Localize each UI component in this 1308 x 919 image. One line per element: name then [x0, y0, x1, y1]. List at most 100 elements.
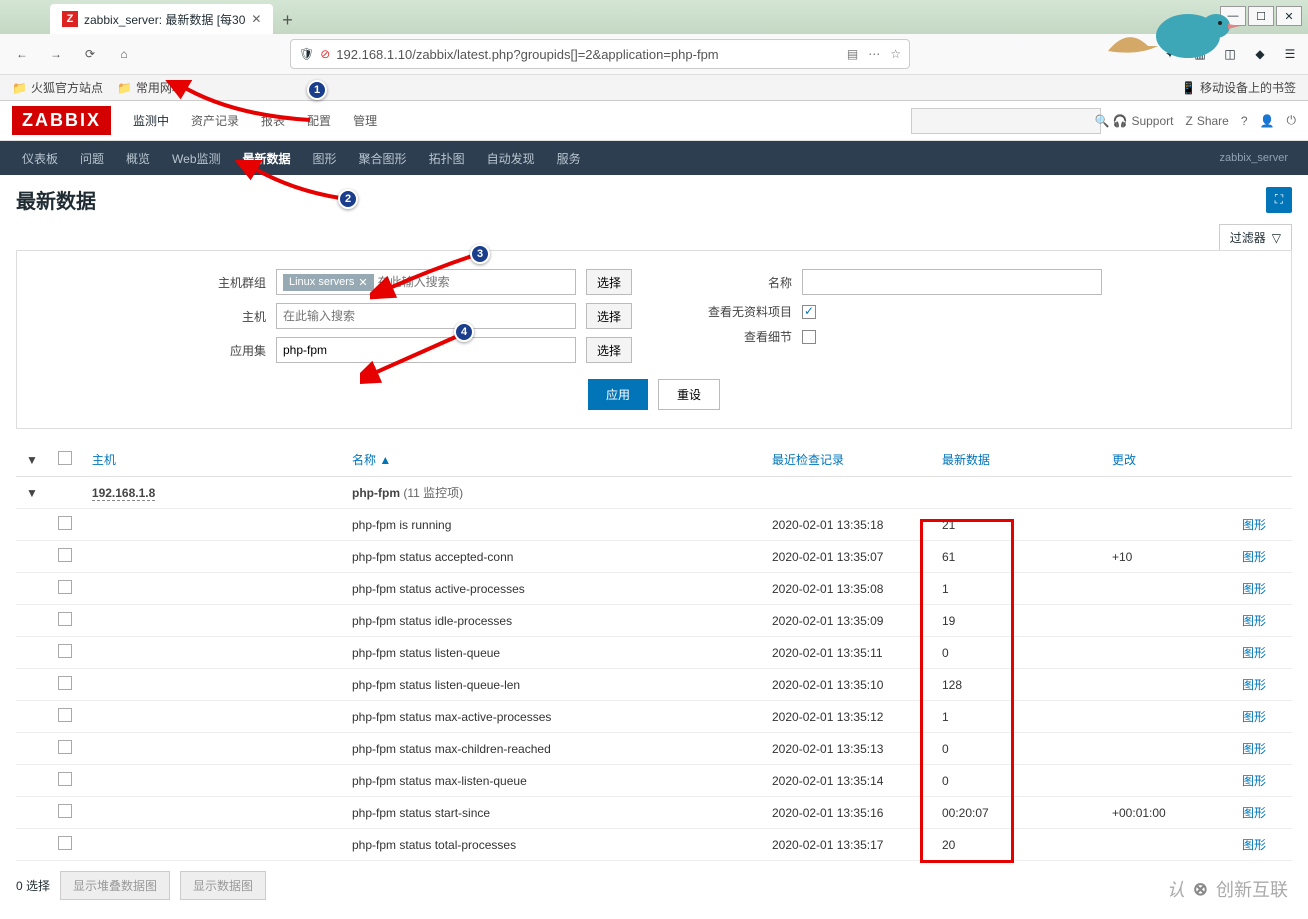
graph-link[interactable]: 图形	[1242, 806, 1266, 820]
subnav-maps[interactable]: 拓扑图	[419, 142, 475, 175]
zabbix-logo[interactable]: ZABBIX	[12, 106, 111, 135]
power-icon[interactable]: ⏻	[1287, 113, 1297, 128]
nav-inventory[interactable]: 资产记录	[181, 104, 249, 137]
select-host-button[interactable]: 选择	[586, 303, 632, 329]
latest-data-table: ▼ 主机 名称 ▲ 最近检查记录 最新数据 更改 ▼ 192.168.1.8 p…	[16, 443, 1292, 861]
subnav-problems[interactable]: 问题	[70, 142, 114, 175]
app-field[interactable]	[283, 343, 569, 357]
ext-menu-icon[interactable]: ☰	[1280, 44, 1300, 64]
more-icon[interactable]: ⋯	[868, 47, 880, 61]
expand-all-header[interactable]: ▼	[16, 443, 48, 477]
nav-config[interactable]: 配置	[297, 104, 341, 137]
show-details-checkbox[interactable]	[802, 330, 816, 344]
row-checkbox[interactable]	[58, 644, 72, 658]
forward-button[interactable]: →	[42, 40, 70, 68]
graph-link[interactable]: 图形	[1242, 742, 1266, 756]
subnav-overview[interactable]: 概览	[116, 142, 160, 175]
col-change[interactable]: 更改	[1102, 443, 1232, 477]
search-input[interactable]	[918, 113, 1095, 128]
graph-link[interactable]: 图形	[1242, 710, 1266, 724]
header-search[interactable]: 🔍	[911, 108, 1101, 134]
col-lastcheck[interactable]: 最近检查记录	[762, 443, 932, 477]
row-checkbox[interactable]	[58, 804, 72, 818]
selected-count: 0 选择	[16, 877, 50, 894]
host-field[interactable]	[283, 309, 569, 323]
mobile-bookmarks[interactable]: 📱移动设备上的书签	[1181, 79, 1296, 96]
ext-pocket-icon[interactable]: ◆	[1250, 44, 1270, 64]
row-checkbox[interactable]	[58, 740, 72, 754]
nav-monitoring[interactable]: 监测中	[123, 104, 179, 137]
bookmark-item[interactable]: 📁火狐官方站点	[12, 79, 103, 96]
row-checkbox[interactable]	[58, 580, 72, 594]
browser-tab[interactable]: Z zabbix_server: 最新数据 [每30 ✕	[50, 4, 273, 34]
close-window-button[interactable]: ✕	[1276, 6, 1302, 26]
select-all-checkbox[interactable]	[58, 451, 72, 465]
subnav-latest[interactable]: 最新数据	[233, 142, 301, 175]
hostgroup-token[interactable]: Linux servers✕	[283, 274, 374, 291]
back-button[interactable]: ←	[8, 40, 36, 68]
filter-tab[interactable]: 过滤器 ▽	[1219, 224, 1292, 250]
ext-puzzle-icon[interactable]: ✦	[1160, 44, 1180, 64]
ext-sidebar-icon[interactable]: ◫	[1220, 44, 1240, 64]
search-icon[interactable]: 🔍	[1095, 114, 1110, 128]
new-tab-button[interactable]: +	[273, 6, 301, 34]
subnav-graphs[interactable]: 图形	[303, 142, 347, 175]
bookmark-item[interactable]: 📁常用网址	[117, 79, 184, 96]
subnav-screens[interactable]: 聚合图形	[349, 142, 417, 175]
graph-link[interactable]: 图形	[1242, 550, 1266, 564]
apply-button[interactable]: 应用	[588, 379, 648, 410]
stacked-graph-button[interactable]: 显示堆叠数据图	[60, 871, 170, 900]
reader-icon[interactable]: ▤	[847, 47, 858, 61]
expand-row[interactable]: ▼	[16, 477, 48, 509]
row-checkbox[interactable]	[58, 516, 72, 530]
support-link[interactable]: 🎧Support	[1113, 114, 1174, 128]
row-checkbox[interactable]	[58, 612, 72, 626]
bookmark-icon[interactable]: ☆	[890, 47, 901, 61]
host-link[interactable]: 192.168.1.8	[92, 486, 155, 501]
hostgroup-field[interactable]	[378, 275, 569, 289]
col-lastdata[interactable]: 最新数据	[932, 443, 1102, 477]
name-field[interactable]	[809, 275, 1095, 289]
graph-link[interactable]: 图形	[1242, 678, 1266, 692]
close-icon[interactable]: ✕	[251, 12, 261, 26]
maximize-button[interactable]: ☐	[1248, 6, 1274, 26]
url-input[interactable]: 🛡 ⊘ 192.168.1.10/zabbix/latest.php?group…	[290, 39, 910, 69]
subnav-services[interactable]: 服务	[547, 142, 591, 175]
graph-link[interactable]: 图形	[1242, 582, 1266, 596]
graph-link[interactable]: 图形	[1242, 614, 1266, 628]
graph-link[interactable]: 图形	[1242, 838, 1266, 852]
graph-button[interactable]: 显示数据图	[180, 871, 266, 900]
select-hostgroup-button[interactable]: 选择	[586, 269, 632, 295]
nav-admin[interactable]: 管理	[343, 104, 387, 137]
reload-button[interactable]: ⟳	[76, 40, 104, 68]
row-checkbox[interactable]	[58, 708, 72, 722]
share-link[interactable]: ZShare	[1185, 114, 1228, 128]
row-checkbox[interactable]	[58, 548, 72, 562]
show-empty-checkbox[interactable]	[802, 305, 816, 319]
ext-library-icon[interactable]: ▥	[1190, 44, 1210, 64]
host-input[interactable]	[276, 303, 576, 329]
graph-link[interactable]: 图形	[1242, 646, 1266, 660]
graph-link[interactable]: 图形	[1242, 774, 1266, 788]
col-host[interactable]: 主机	[82, 443, 342, 477]
user-icon[interactable]: 👤	[1260, 114, 1275, 128]
subnav-discovery[interactable]: 自动发现	[477, 142, 545, 175]
subnav-web[interactable]: Web监测	[162, 142, 230, 175]
col-name[interactable]: 名称 ▲	[342, 443, 762, 477]
home-button[interactable]: ⌂	[110, 40, 138, 68]
help-icon[interactable]: ?	[1241, 114, 1248, 128]
graph-link[interactable]: 图形	[1242, 518, 1266, 532]
app-input[interactable]	[276, 337, 576, 363]
row-checkbox[interactable]	[58, 836, 72, 850]
minimize-button[interactable]: —	[1220, 6, 1246, 26]
row-checkbox[interactable]	[58, 772, 72, 786]
fullscreen-button[interactable]: ⛶	[1266, 187, 1292, 213]
name-input[interactable]	[802, 269, 1102, 295]
hostgroup-input[interactable]: Linux servers✕	[276, 269, 576, 295]
row-checkbox[interactable]	[58, 676, 72, 690]
subnav-dashboard[interactable]: 仪表板	[12, 142, 68, 175]
select-app-button[interactable]: 选择	[586, 337, 632, 363]
reset-button[interactable]: 重设	[658, 379, 720, 410]
nav-reports[interactable]: 报表	[251, 104, 295, 137]
remove-icon[interactable]: ✕	[358, 276, 367, 289]
